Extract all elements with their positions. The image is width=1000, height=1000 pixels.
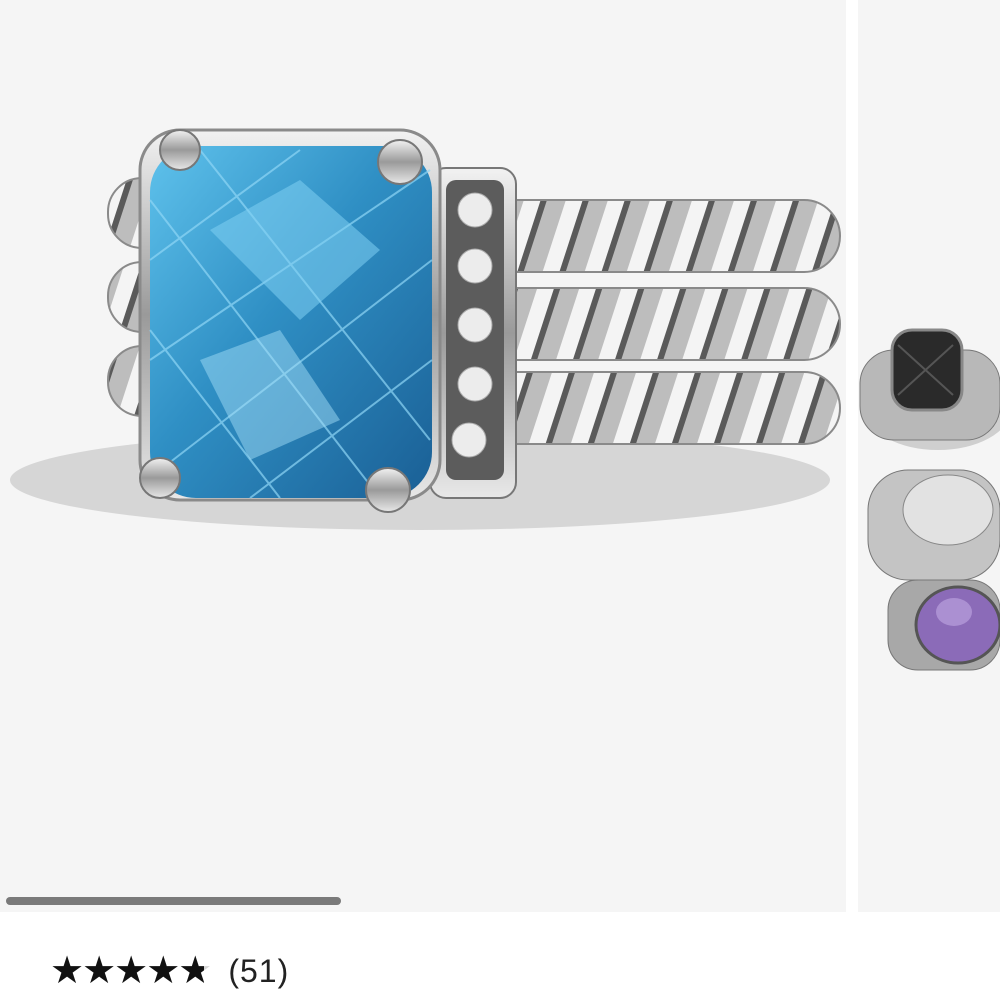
gallery-scrollbar-thumb[interactable] [6,897,342,905]
rating-stars: ★★★★★ ★★★★★ [50,952,212,990]
assorted-rings-image [859,328,1000,671]
product-image-next[interactable] [858,0,1000,912]
product-image-gallery[interactable] [0,0,1000,912]
gallery-scrollbar[interactable] [6,897,584,905]
rating-stars-filled: ★★★★★ [50,952,204,990]
blue-topaz-ring-image [10,128,841,530]
product-image-main[interactable] [0,0,846,912]
product-rating[interactable]: ★★★★★ ★★★★★ (51) [50,946,289,996]
review-count-link[interactable]: (51) [228,953,289,990]
